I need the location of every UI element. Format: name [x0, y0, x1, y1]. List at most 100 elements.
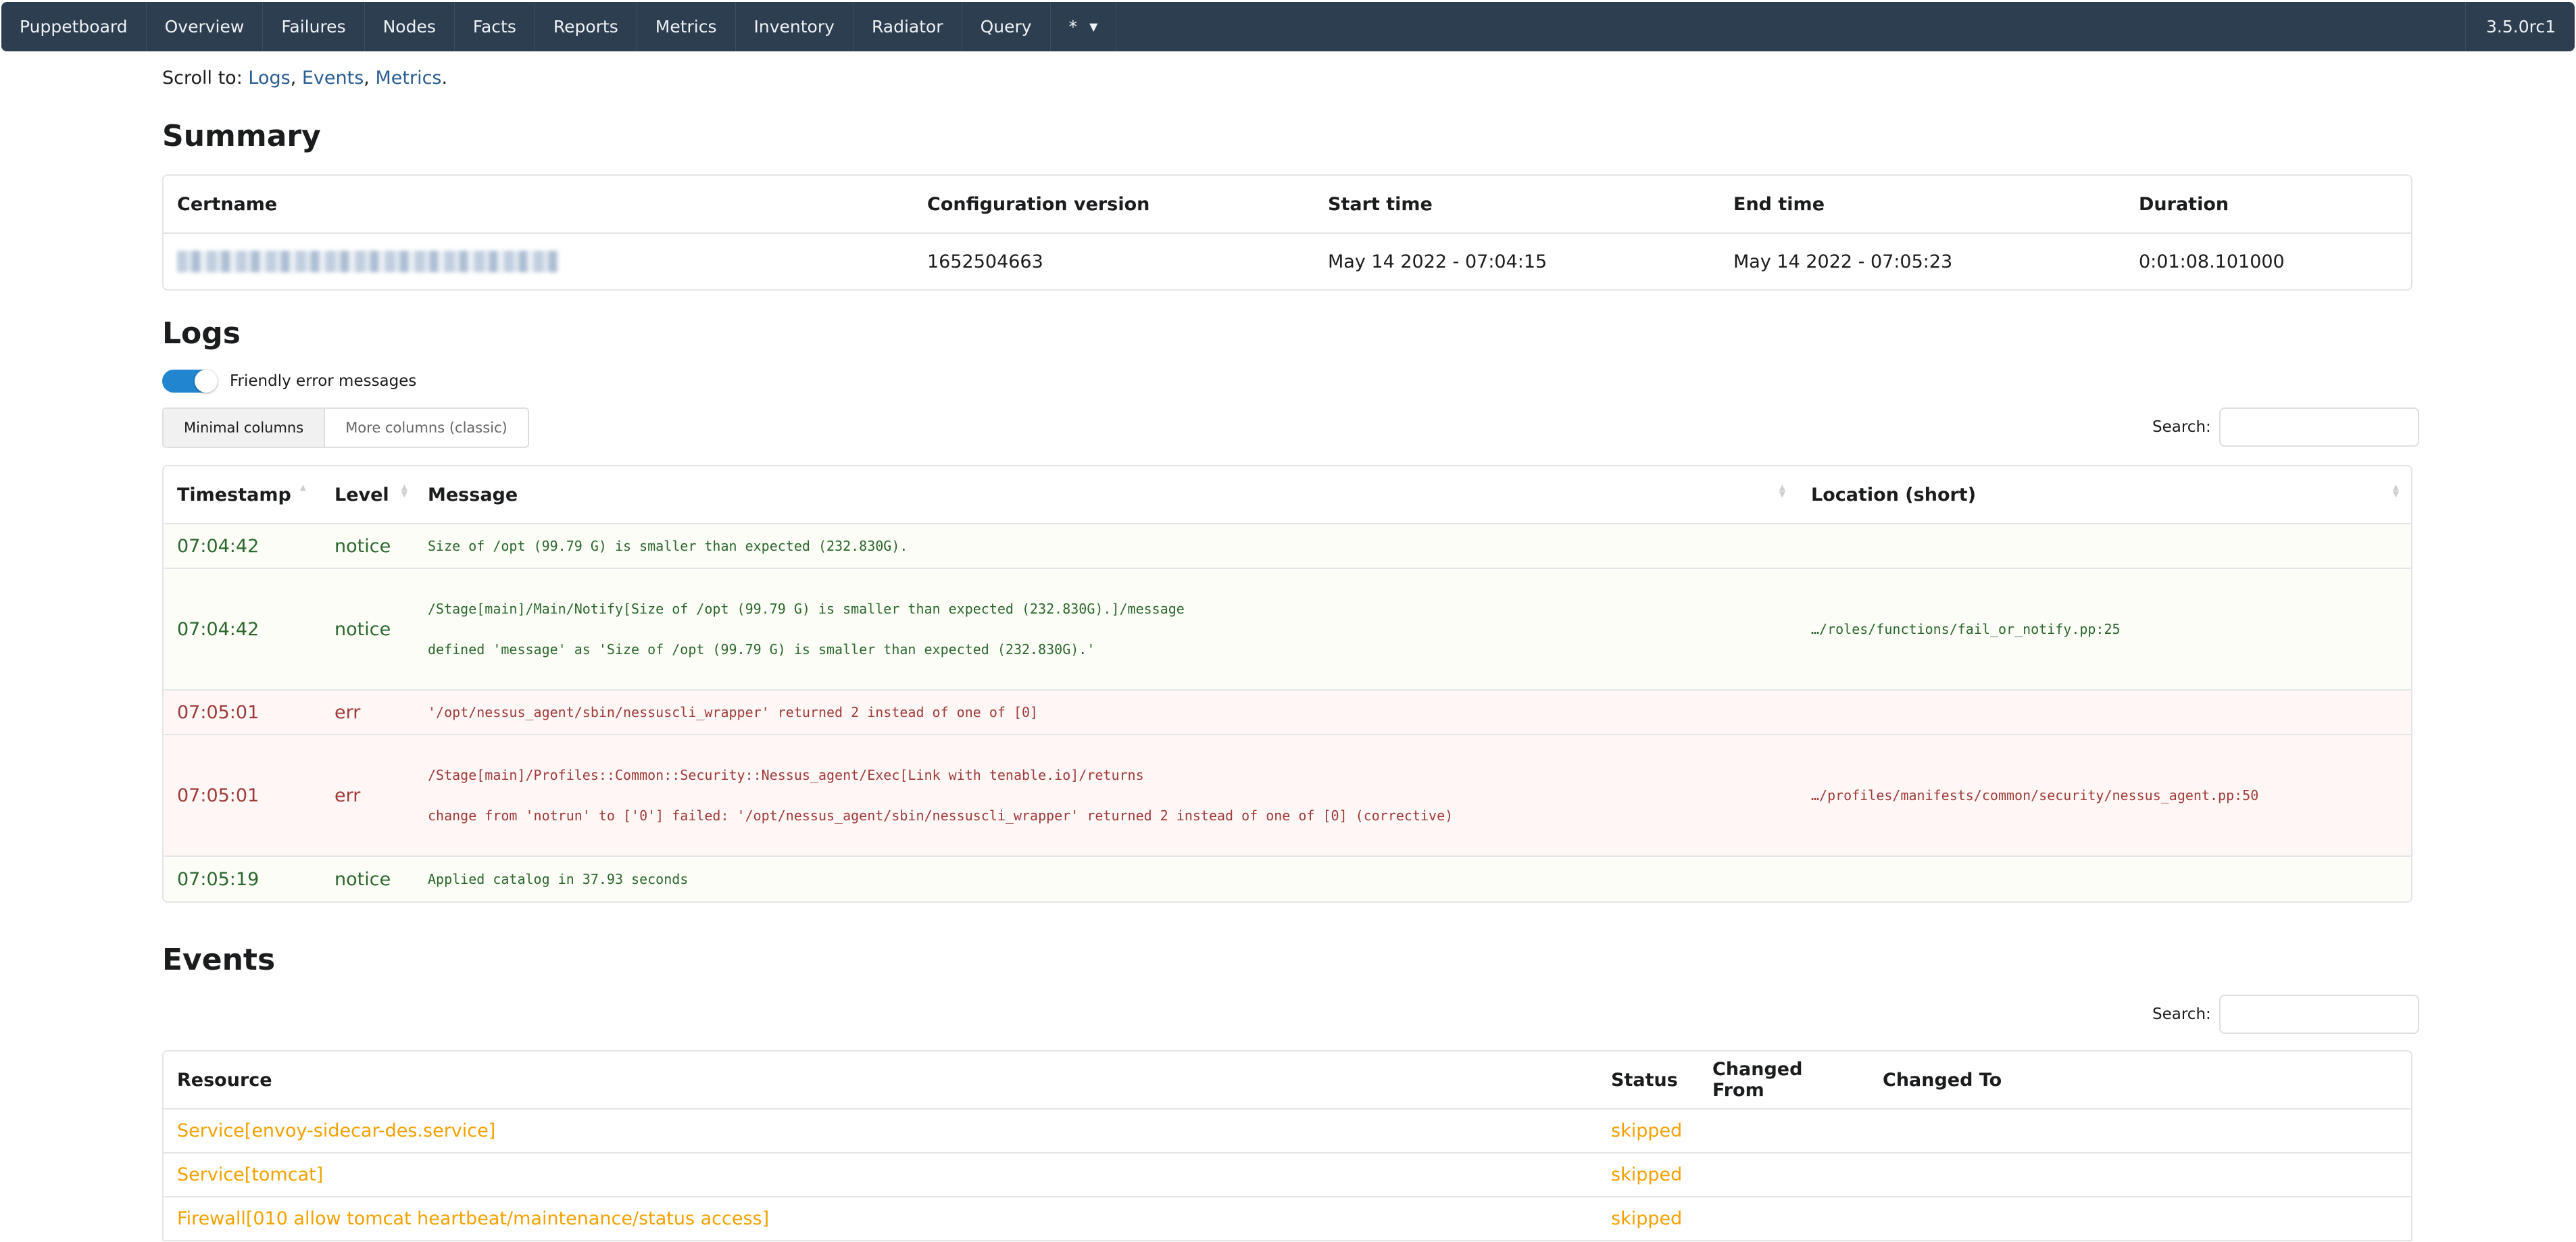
log-location: …/profiles/manifests/common/security/nes… [1798, 735, 2411, 857]
nav-overview[interactable]: Overview [147, 2, 264, 51]
log-timestamp: 07:05:19 [164, 857, 321, 901]
sort-asc-icon: ▲ [299, 482, 306, 492]
col-level[interactable]: Level ▲ ▼ [321, 466, 414, 524]
event-resource-link[interactable]: Service[tomcat] [177, 1164, 323, 1185]
configuration-version-cell: 1652504663 [927, 251, 1043, 272]
col-status: Status [1597, 1051, 1699, 1110]
summary-heading: Summary [162, 119, 321, 153]
top-navbar: Puppetboard Overview Failures Nodes Fact… [1, 2, 2575, 51]
duration-cell: 0:01:08.101000 [2139, 251, 2285, 272]
scroll-to-links: Scroll to: Logs, Events, Metrics. [162, 68, 448, 89]
log-timestamp: 07:05:01 [164, 691, 321, 735]
event-changed-to [1869, 1110, 2411, 1153]
scroll-to-logs-link[interactable]: Logs [248, 68, 290, 89]
col-end-time: End time [1720, 176, 2125, 234]
log-level: notice [321, 524, 414, 569]
log-location [1798, 691, 2411, 735]
logs-search-input[interactable] [2219, 407, 2419, 447]
col-changed-from: Changed From [1699, 1051, 1869, 1110]
minimal-columns-button[interactable]: Minimal columns [164, 409, 326, 447]
events-table: Resource Status Changed From Changed To … [162, 1050, 2412, 1241]
event-changed-from [1699, 1197, 1869, 1241]
log-timestamp: 07:04:42 [164, 569, 321, 691]
scroll-to-label: Scroll to: [162, 68, 243, 89]
col-start-time: Start time [1314, 176, 1720, 234]
nav-environment-dropdown[interactable]: * ▼ [1051, 2, 1117, 51]
log-location: …/roles/functions/fail_or_notify.pp:25 [1798, 569, 2411, 691]
log-row: 07:05:19 notice Applied catalog in 37.93… [164, 857, 2411, 901]
nav-radiator[interactable]: Radiator [853, 2, 962, 51]
certname-cell[interactable] [164, 234, 914, 289]
summary-row: 1652504663 May 14 2022 - 07:04:15 May 14… [164, 234, 2411, 289]
column-mode-buttons: Minimal columns More columns (classic) [162, 407, 529, 448]
sort-both-icon: ▲ ▼ [2392, 482, 2399, 499]
nav-metrics[interactable]: Metrics [637, 2, 736, 51]
log-row: 07:05:01 err /Stage[main]/Profiles::Comm… [164, 735, 2411, 857]
event-resource: Service[tomcat] [164, 1153, 1597, 1197]
event-status: skipped [1597, 1110, 1699, 1153]
toggle-knob [195, 370, 218, 393]
log-row: 07:05:01 err '/opt/nessus_agent/sbin/nes… [164, 691, 2411, 735]
nav-nodes[interactable]: Nodes [365, 2, 455, 51]
caret-down-icon: ▼ [1089, 20, 1098, 33]
summary-table: Certname Configuration version Start tim… [162, 174, 2412, 291]
end-time-cell: May 14 2022 - 07:05:23 [1733, 251, 1953, 272]
certname-redacted[interactable] [177, 251, 559, 273]
col-location[interactable]: Location (short) ▲ ▼ [1798, 466, 2411, 524]
log-row: 07:04:42 notice Size of /opt (99.79 G) i… [164, 524, 2411, 569]
sort-both-icon: ▲ ▼ [1779, 482, 1785, 499]
nav-query[interactable]: Query [962, 2, 1051, 51]
event-resource-link[interactable]: Firewall[010 allow tomcat heartbeat/main… [177, 1208, 769, 1229]
friendly-errors-toggle[interactable] [162, 370, 218, 393]
log-message: Size of /opt (99.79 G) is smaller than e… [414, 524, 1798, 569]
log-location [1798, 524, 2411, 569]
log-message: /Stage[main]/Profiles::Common::Security:… [414, 735, 1798, 857]
events-heading: Events [162, 943, 276, 977]
event-resource: Firewall[010 allow tomcat heartbeat/main… [164, 1197, 1597, 1241]
logs-table: Timestamp ▲ Level ▲ ▼ Message ▲ ▼ Location (s… [162, 465, 2412, 903]
log-message: Applied catalog in 37.93 seconds [414, 857, 1798, 901]
nav-facts[interactable]: Facts [455, 2, 535, 51]
scroll-to-metrics-link[interactable]: Metrics [375, 68, 441, 89]
logs-search-label: Search: [2152, 418, 2211, 436]
col-changed-to: Changed To [1869, 1051, 2411, 1110]
friendly-errors-toggle-row: Friendly error messages [162, 370, 416, 393]
col-certname: Certname [164, 176, 914, 234]
log-level: err [321, 735, 414, 857]
events-search-label: Search: [2152, 1005, 2211, 1023]
log-timestamp: 07:04:42 [164, 524, 321, 569]
more-columns-button[interactable]: More columns (classic) [325, 409, 528, 447]
friendly-errors-label: Friendly error messages [230, 372, 417, 390]
col-resource: Resource [164, 1051, 1597, 1110]
nav-brand-puppetboard[interactable]: Puppetboard [1, 2, 147, 51]
col-timestamp[interactable]: Timestamp ▲ [164, 466, 321, 524]
nav-failures[interactable]: Failures [263, 2, 365, 51]
log-level: notice [321, 857, 414, 901]
event-changed-from [1699, 1110, 1869, 1153]
nav-reports[interactable]: Reports [535, 2, 637, 51]
log-message: /Stage[main]/Main/Notify[Size of /opt (9… [414, 569, 1798, 691]
start-time-cell: May 14 2022 - 07:04:15 [1328, 251, 1547, 272]
logs-search: Search: [2152, 407, 2419, 447]
event-changed-to [1869, 1153, 2411, 1197]
version-label: 3.5.0rc1 [2465, 2, 2575, 51]
sort-both-icon: ▲ ▼ [401, 482, 407, 499]
log-location [1798, 857, 2411, 901]
log-level: err [321, 691, 414, 735]
events-search-input[interactable] [2219, 995, 2419, 1034]
scroll-to-events-link[interactable]: Events [302, 68, 364, 89]
events-search: Search: [2152, 995, 2419, 1034]
event-changed-to [1869, 1197, 2411, 1241]
col-message[interactable]: Message ▲ ▼ [414, 466, 1798, 524]
event-row: Service[tomcat] skipped [164, 1153, 2411, 1197]
logs-heading: Logs [162, 316, 241, 351]
log-row: 07:04:42 notice /Stage[main]/Main/Notify… [164, 569, 2411, 691]
nav-inventory[interactable]: Inventory [736, 2, 853, 51]
event-row: Firewall[010 allow tomcat heartbeat/main… [164, 1197, 2411, 1241]
event-resource-link[interactable]: Service[envoy-sidecar-des.service] [177, 1120, 495, 1141]
environment-label: * [1068, 17, 1078, 36]
event-row: Service[envoy-sidecar-des.service] skipp… [164, 1110, 2411, 1153]
col-duration: Duration [2125, 176, 2411, 234]
event-changed-from [1699, 1153, 1869, 1197]
event-status: skipped [1597, 1197, 1699, 1241]
